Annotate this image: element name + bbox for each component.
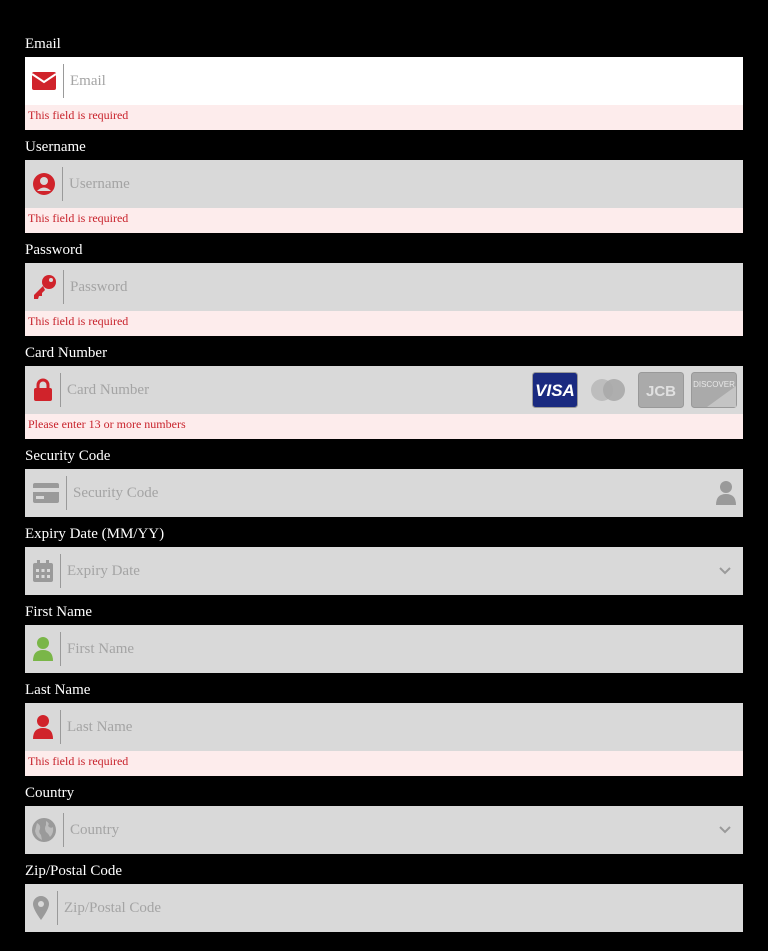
user-icon [25,632,61,666]
chevron-down-icon[interactable] [719,567,731,575]
zip-input[interactable]: Zip/Postal Code [64,900,743,917]
last-name-field[interactable]: Last Name [25,703,743,751]
jcb-icon: JCB [638,372,684,408]
security-code-field[interactable]: Security Code [25,469,743,517]
username-group: Username Username This field is required [25,136,743,233]
expiry-label: Expiry Date (MM/YY) [25,526,165,542]
email-error: This field is required [25,105,743,130]
chevron-down-icon[interactable] [719,826,731,834]
password-error: This field is required [25,311,743,336]
user-circle-icon [25,167,63,201]
email-input[interactable]: Email [70,73,743,90]
country-select[interactable]: Country [70,822,719,839]
zip-field[interactable]: Zip/Postal Code [25,884,743,932]
card-number-input[interactable]: Card Number [67,382,532,399]
last-name-group: Last Name Last Name This field is requir… [25,679,743,776]
first-name-label: First Name [25,604,93,620]
user-icon [25,710,61,744]
last-name-label: Last Name [25,682,91,698]
username-field[interactable]: Username [25,160,743,208]
discover-icon: DISCOVER [691,372,737,408]
country-label: Country [25,785,75,801]
country-group: Country Country [25,782,743,854]
last-name-input[interactable]: Last Name [67,719,743,736]
zip-group: Zip/Postal Code Zip/Postal Code [25,860,743,932]
security-code-group: Security Code Security Code [25,445,743,517]
svg-text:JCB: JCB [646,383,676,400]
email-label: Email [25,36,61,52]
email-group: Email Email This field is required [25,33,743,130]
password-input[interactable]: Password [70,279,743,296]
username-error: This field is required [25,208,743,233]
last-name-error: This field is required [25,751,743,776]
key-icon [25,270,64,304]
map-pin-icon [25,891,58,925]
email-field[interactable]: Email [25,57,743,105]
svg-text:VISA: VISA [535,381,575,400]
password-label: Password [25,242,83,258]
credit-card-icon [25,476,67,510]
card-number-error: Please enter 13 or more numbers [25,414,743,439]
first-name-group: First Name First Name [25,601,743,673]
user-hint-icon [716,481,736,505]
first-name-input[interactable]: First Name [67,641,743,658]
expiry-group: Expiry Date (MM/YY) Expiry Date [25,523,743,595]
envelope-icon [25,64,64,98]
lock-icon [25,373,61,407]
svg-text:DISCOVER: DISCOVER [693,380,735,389]
security-code-label: Security Code [25,448,111,464]
country-field[interactable]: Country [25,806,743,854]
card-number-field[interactable]: Card Number VISA JCB DISCOVER [25,366,743,414]
first-name-field[interactable]: First Name [25,625,743,673]
calendar-icon [25,554,61,588]
password-field[interactable]: Password [25,263,743,311]
expiry-field[interactable]: Expiry Date [25,547,743,595]
globe-icon [25,813,64,847]
zip-label: Zip/Postal Code [25,863,123,879]
username-label: Username [25,139,86,155]
checkout-form: Email Email This field is required Usern… [25,33,743,932]
card-number-label: Card Number [25,345,108,361]
visa-icon: VISA [532,372,578,408]
security-code-input[interactable]: Security Code [73,485,715,502]
card-number-group: Card Number Card Number VISA JCB DISCOVE… [25,342,743,439]
password-group: Password Password This field is required [25,239,743,336]
username-input[interactable]: Username [69,176,743,193]
expiry-select[interactable]: Expiry Date [67,563,719,580]
card-brands: VISA JCB DISCOVER [532,372,737,408]
mastercard-icon [591,379,625,401]
